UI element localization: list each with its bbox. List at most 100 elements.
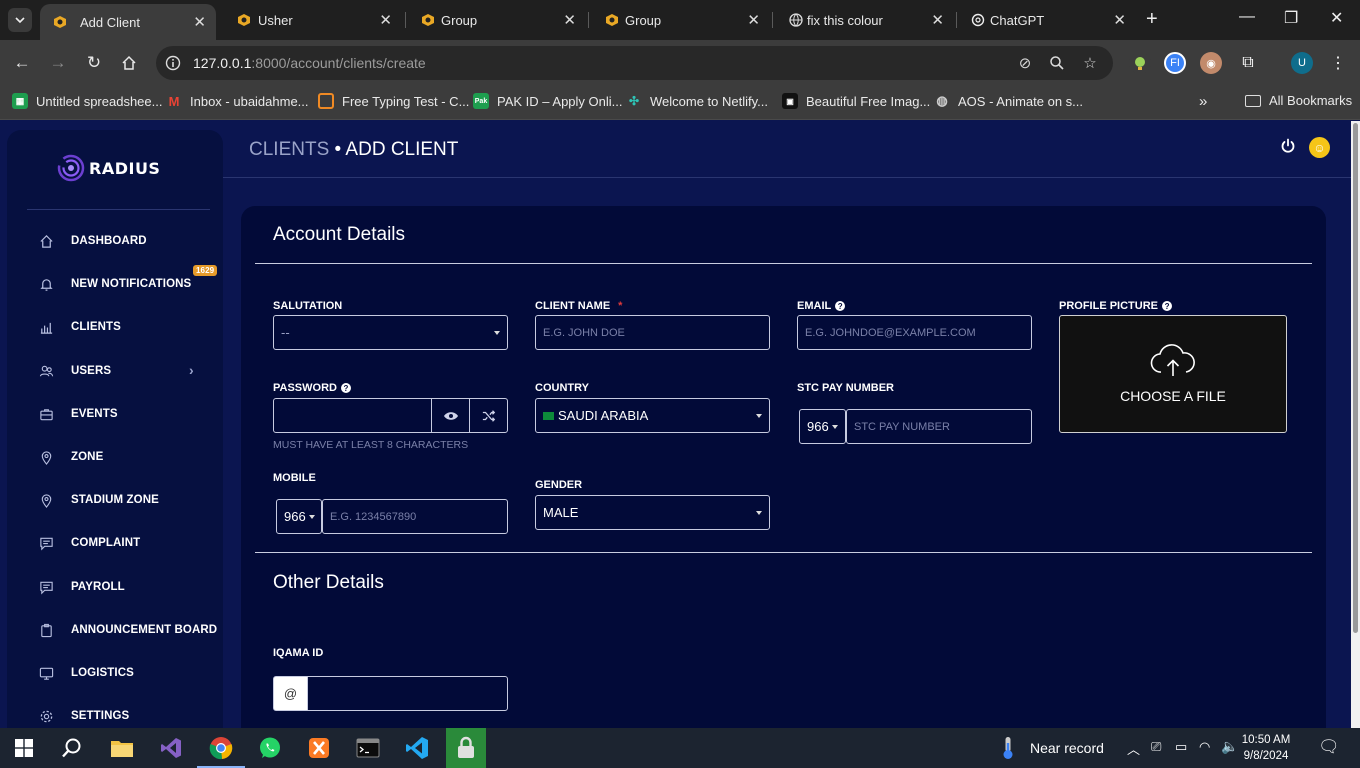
scrollbar-thumb[interactable]	[1353, 123, 1358, 633]
email-input[interactable]	[798, 316, 1031, 349]
bookmark-free-images[interactable]: ▣ Beautiful Free Imag...	[782, 93, 930, 109]
bookmark-gmail[interactable]: M Inbox - ubaidahme...	[166, 93, 309, 109]
sidebar-item-zone[interactable]: ZONE	[37, 444, 207, 470]
fi-extension-icon[interactable]: FI	[1164, 52, 1186, 74]
visual-studio-button[interactable]	[157, 734, 185, 762]
section-divider	[255, 263, 1312, 264]
sidebar-item-notifications[interactable]: NEW NOTIFICATIONS 1629	[37, 265, 218, 297]
face-extension-icon[interactable]: ◉	[1200, 52, 1222, 74]
home-button[interactable]	[118, 52, 140, 74]
sidebar-item-users[interactable]: USERS ›	[37, 358, 207, 384]
chevron-up-icon[interactable]: ︿	[1127, 739, 1140, 758]
stc-pay-input[interactable]	[847, 410, 1031, 443]
help-icon[interactable]: ?	[1162, 301, 1173, 311]
lightbulb-extension-icon[interactable]	[1129, 52, 1151, 74]
forward-button[interactable]: →	[47, 52, 69, 74]
generate-password-button[interactable]	[469, 398, 508, 433]
battery-icon[interactable]: ▭	[1175, 739, 1187, 755]
zoom-icon[interactable]	[1048, 54, 1066, 72]
sidebar-item-logistics[interactable]: LOGISTICS	[37, 660, 207, 686]
mobile-country-code-select[interactable]: 966	[276, 499, 322, 534]
more-bookmarks-button[interactable]: »	[1199, 93, 1207, 110]
breadcrumb-clients[interactable]: CLIENTS	[249, 139, 329, 160]
sidebar-item-dashboard[interactable]: DASHBOARD	[37, 228, 207, 254]
meet-now-icon[interactable]: ⎚	[1151, 739, 1161, 755]
close-icon[interactable]: ✕	[563, 11, 576, 29]
tab-chatgpt[interactable]: ChatGPT ✕	[958, 6, 1136, 34]
bookmark-pak-id[interactable]: Pak PAK ID – Apply Onli...	[473, 93, 622, 109]
page-scrollbar[interactable]	[1351, 121, 1360, 728]
client-name-input[interactable]	[536, 316, 769, 349]
minimize-button[interactable]: —	[1239, 8, 1255, 26]
sidebar-item-stadium-zone[interactable]: STADIUM ZONE	[37, 487, 207, 513]
brand-logo[interactable]: RADIUS	[57, 153, 160, 183]
smiley-icon: ☺	[1313, 140, 1326, 155]
client-name-input-wrap	[535, 315, 770, 350]
wifi-icon[interactable]: ◠	[1199, 739, 1210, 755]
close-window-button[interactable]: ✕	[1330, 8, 1343, 28]
help-icon[interactable]: ?	[340, 383, 351, 393]
terminal-button[interactable]	[354, 734, 382, 762]
bookmark-aos[interactable]: ◍ AOS - Animate on s...	[934, 93, 1083, 109]
close-icon[interactable]: ✕	[747, 11, 760, 29]
sidebar-item-announcement-board[interactable]: ANNOUNCEMENT BOARD	[37, 617, 222, 643]
caret-down-icon	[831, 424, 838, 429]
close-icon[interactable]: ✕	[931, 11, 944, 29]
iqama-id-input[interactable]	[308, 677, 507, 710]
stc-country-code-select[interactable]: 966	[799, 409, 846, 444]
tab-add-client[interactable]: Add Client ✕	[40, 4, 216, 40]
country-select[interactable]: SAUDI ARABIA	[535, 398, 770, 433]
xampp-button[interactable]	[305, 734, 333, 762]
tab-fix-this-colour[interactable]: fix this colour ✕	[776, 6, 954, 34]
site-info-icon[interactable]	[164, 54, 182, 72]
chrome-button[interactable]	[207, 734, 235, 762]
logout-button[interactable]	[1280, 138, 1296, 159]
sidebar-item-clients[interactable]: CLIENTS	[37, 314, 207, 340]
user-avatar[interactable]: ☺	[1309, 137, 1330, 158]
star-icon[interactable]: ☆	[1081, 54, 1099, 72]
tab-usher[interactable]: Usher ✕	[224, 6, 402, 34]
whatsapp-button[interactable]	[256, 734, 284, 762]
puzzle-extensions-icon[interactable]: ⧉	[1237, 52, 1259, 74]
menu-dots-icon[interactable]: ⋮	[1327, 52, 1349, 74]
new-tab-button[interactable]: +	[1146, 8, 1158, 31]
reload-button[interactable]: ↻	[83, 52, 105, 74]
all-bookmarks-button[interactable]: All Bookmarks	[1245, 93, 1352, 108]
tab-group-2[interactable]: Group ✕	[592, 6, 770, 34]
thermometer-icon[interactable]	[998, 734, 1018, 762]
file-explorer-button[interactable]	[108, 734, 136, 762]
sidebar-item-events[interactable]: EVENTS	[37, 401, 207, 427]
vscode-button[interactable]	[403, 734, 431, 762]
sidebar-item-payroll[interactable]: PAYROLL	[37, 574, 207, 600]
bookmark-typing-test[interactable]: Free Typing Test - C...	[318, 93, 469, 109]
clipboard-icon	[37, 621, 55, 639]
sidebar-item-complaint[interactable]: COMPLAINT	[37, 530, 207, 556]
bookmark-spreadsheet[interactable]: ▦ Untitled spreadshee...	[12, 93, 162, 109]
weather-status[interactable]: Near record	[1030, 740, 1104, 756]
close-icon[interactable]: ✕	[379, 11, 392, 29]
system-clock[interactable]: 10:50 AM 9/8/2024	[1236, 732, 1296, 764]
help-icon[interactable]: ?	[835, 301, 846, 311]
mobile-input[interactable]	[323, 500, 507, 533]
restore-button[interactable]: ❐	[1284, 8, 1298, 28]
address-bar[interactable]: 127.0.0.1:8000/account/clients/create ⊘ …	[156, 46, 1113, 80]
vpn-app-button[interactable]	[446, 728, 486, 768]
tab-search-button[interactable]	[8, 8, 32, 32]
back-button[interactable]: ←	[11, 52, 33, 74]
profile-avatar[interactable]: U	[1291, 52, 1313, 74]
app-viewport: RADIUS DASHBOARD NEW NOTIFICATIONS 1629 …	[0, 121, 1360, 728]
toggle-password-visibility[interactable]	[431, 398, 470, 433]
profile-picture-dropzone[interactable]: CHOOSE A FILE	[1059, 315, 1287, 433]
eye-off-icon[interactable]: ⊘	[1016, 54, 1034, 72]
search-button[interactable]	[58, 734, 86, 762]
start-button[interactable]	[10, 734, 38, 762]
bookmark-netlify[interactable]: ✣ Welcome to Netlify...	[626, 93, 768, 109]
notification-center-icon[interactable]: 🗨	[1318, 737, 1340, 757]
salutation-select[interactable]: --	[273, 315, 508, 350]
gender-select[interactable]: MALE	[535, 495, 770, 530]
password-input[interactable]	[274, 399, 431, 432]
close-icon[interactable]: ✕	[1113, 11, 1126, 29]
tab-group[interactable]: Group ✕	[408, 6, 586, 34]
close-icon[interactable]: ✕	[193, 13, 206, 31]
sidebar-item-settings[interactable]: SETTINGS	[37, 703, 207, 728]
